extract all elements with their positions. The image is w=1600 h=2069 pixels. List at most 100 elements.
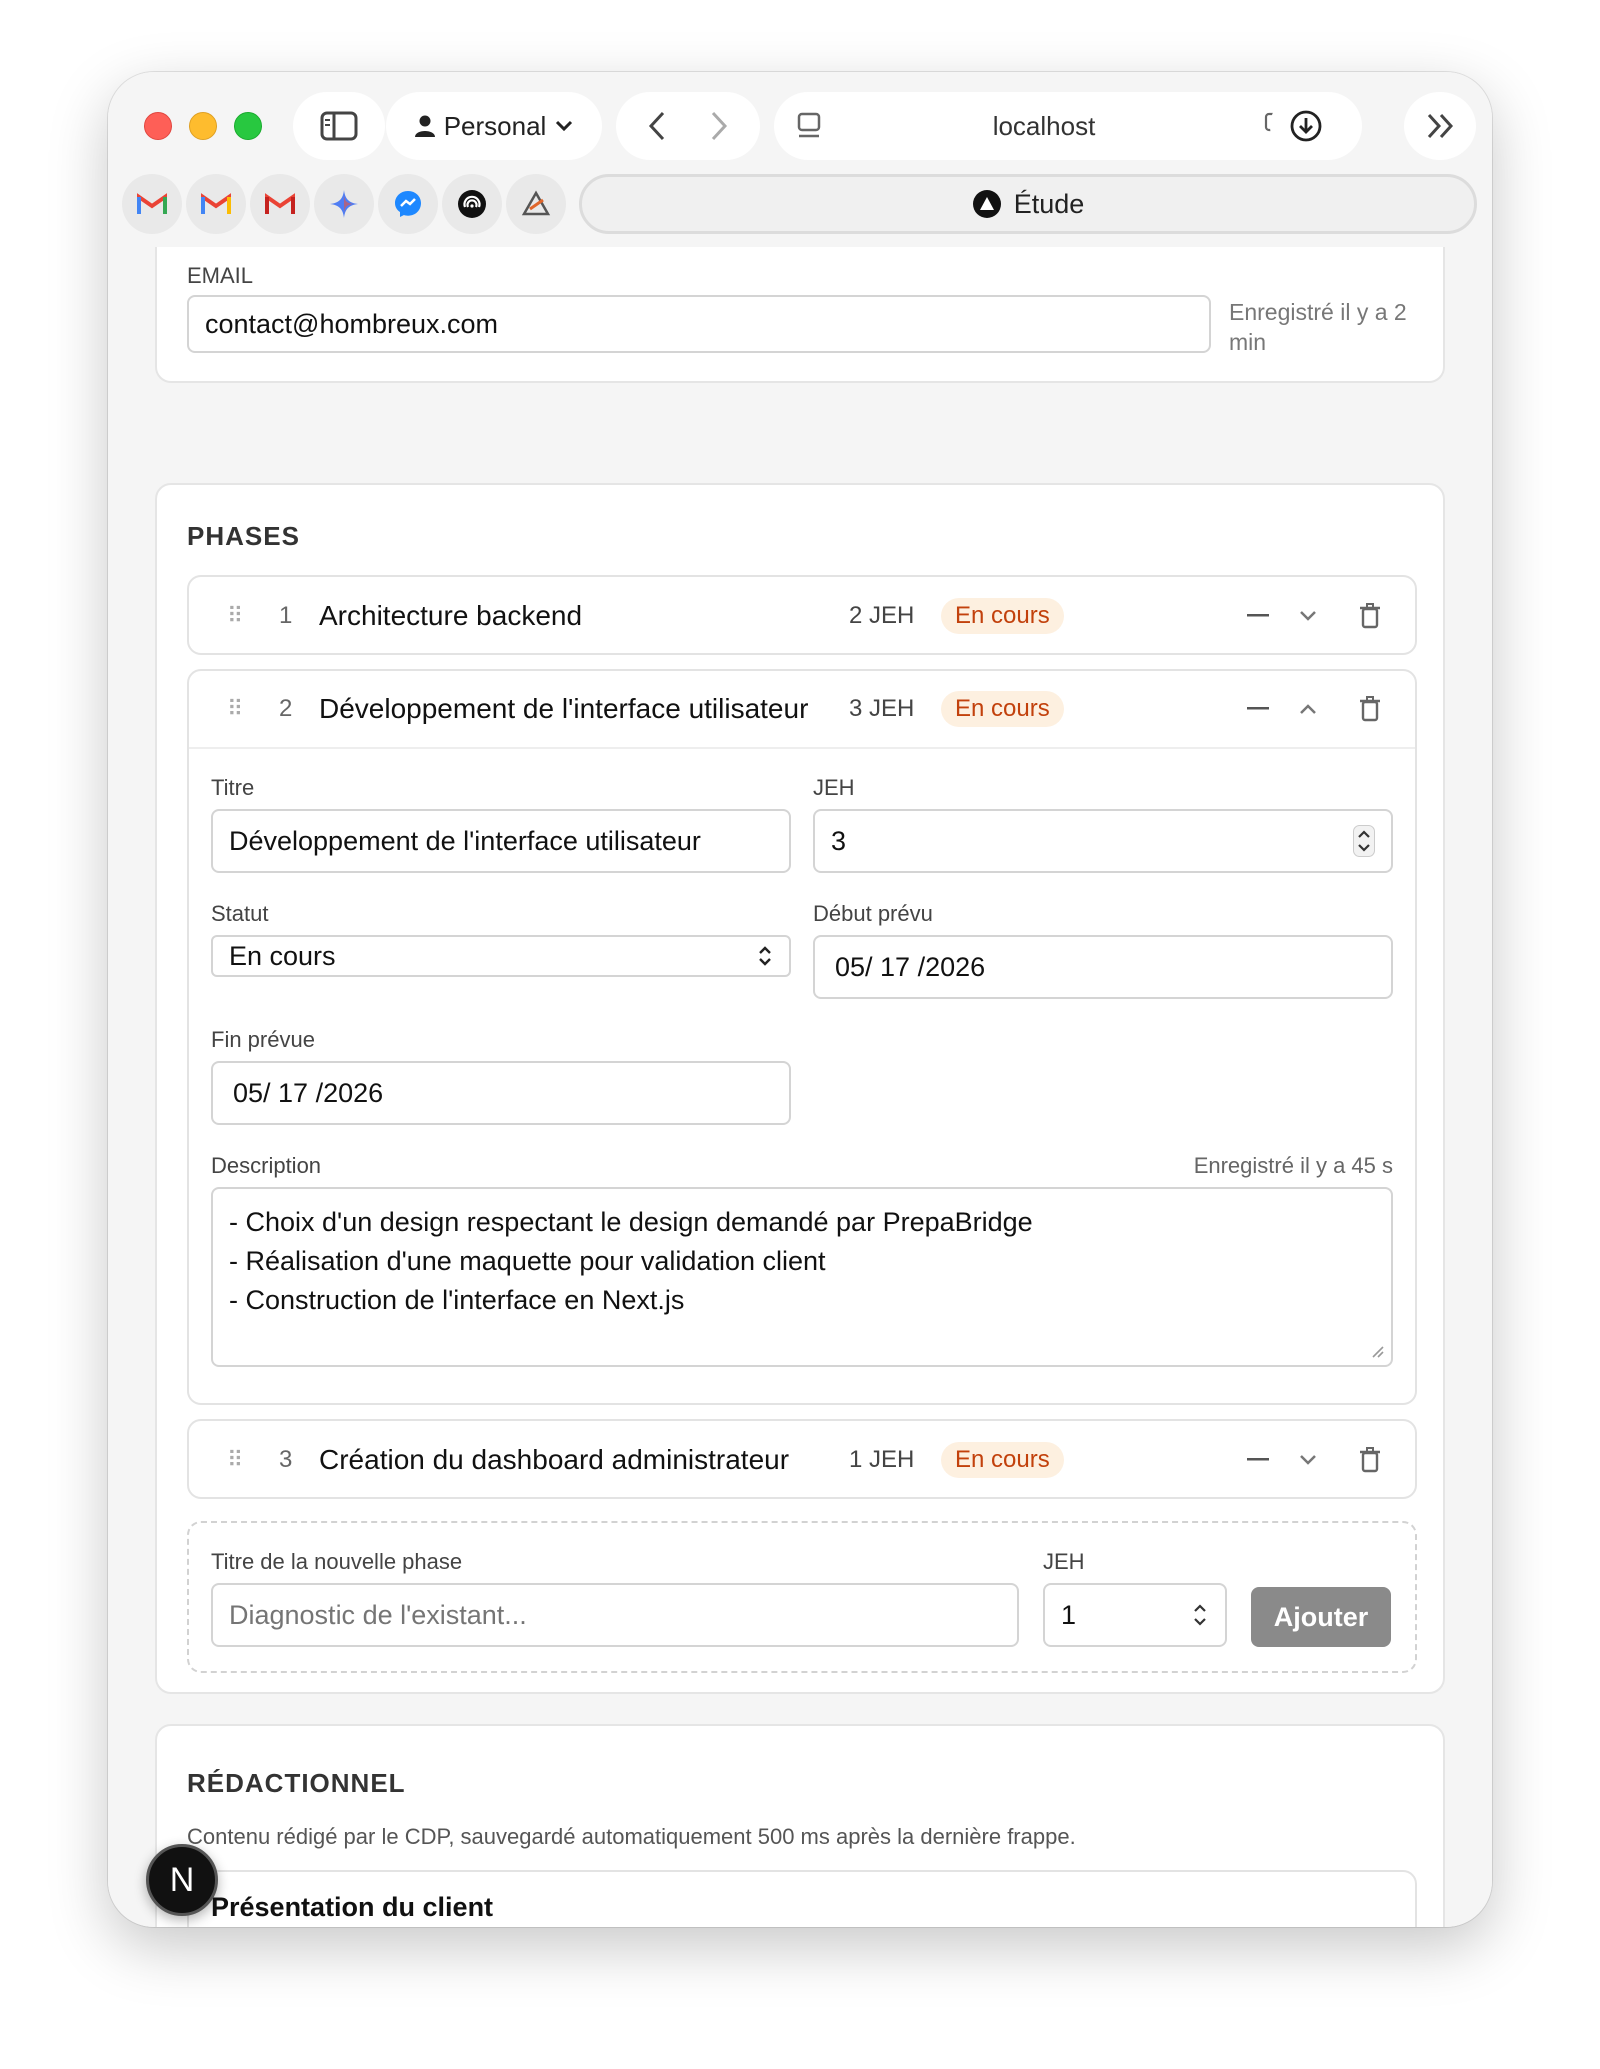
phase-header[interactable]: ⠿ 2 Développement de l'interface utilisa… — [189, 671, 1415, 749]
close-window-button[interactable] — [144, 112, 172, 140]
description-textarea[interactable]: - Choix d'un design respectant le design… — [211, 1187, 1393, 1367]
chevron-down-icon — [1300, 1455, 1316, 1465]
email-saved-status: Enregistré il y a 2 min — [1229, 299, 1407, 355]
triangle-logo-icon — [521, 190, 551, 216]
minus-icon — [1247, 1458, 1269, 1461]
profile-button[interactable]: Personal — [386, 92, 602, 160]
status-label: Statut — [211, 901, 269, 926]
collapse-button[interactable] — [1240, 598, 1276, 634]
active-tab[interactable]: Étude — [579, 174, 1477, 234]
email-label: EMAIL — [187, 263, 254, 288]
delete-phase-button[interactable] — [1352, 1442, 1388, 1478]
email-value: contact@hombreux.com — [205, 308, 499, 339]
gmail-favorite[interactable] — [122, 174, 182, 234]
gemini-favorite[interactable] — [314, 174, 374, 234]
start-date-input[interactable]: 05/ 17 /2026 — [813, 935, 1393, 999]
downloads-button[interactable] — [1270, 92, 1342, 160]
status-badge: En cours — [941, 1442, 1064, 1478]
jeh-value: 3 — [831, 825, 847, 856]
messenger-icon — [395, 191, 421, 217]
status-select[interactable]: En cours — [211, 935, 791, 977]
phases-title: PHASES — [187, 521, 300, 551]
phase-jeh: 3 JEH — [849, 695, 915, 722]
tab-favicon-icon — [972, 190, 1001, 218]
chevron-down-icon — [556, 120, 573, 132]
phase-title-input[interactable]: Développement de l'interface utilisateur — [211, 809, 791, 873]
stepper-icon[interactable] — [1353, 825, 1375, 857]
delete-phase-button[interactable] — [1352, 691, 1388, 727]
title-label: Titre — [211, 775, 255, 800]
trash-icon — [1360, 696, 1380, 722]
nextjs-dev-badge[interactable]: N — [146, 1844, 218, 1916]
drag-handle-icon[interactable]: ⠿ — [227, 603, 243, 629]
minus-icon — [1247, 707, 1269, 710]
drag-handle-icon[interactable]: ⠿ — [227, 696, 243, 722]
contact-card: EMAIL contact@hombreux.com Enregistré il… — [155, 247, 1445, 383]
description-line: - Construction de l'interface en Next.js — [229, 1285, 685, 1315]
download-icon — [1290, 110, 1322, 142]
end-date-label: Fin prévue — [211, 1027, 315, 1052]
signal-icon — [458, 190, 486, 218]
start-date-value: 05/ 17 /2026 — [835, 951, 986, 982]
end-date-input[interactable]: 05/ 17 /2026 — [211, 1061, 791, 1125]
description-line: - Réalisation d'une maquette pour valida… — [229, 1246, 826, 1276]
zoom-window-button[interactable] — [234, 112, 262, 140]
redactionnel-title: RÉDACTIONNEL — [187, 1768, 406, 1798]
status-value: En cours — [229, 940, 336, 971]
double-chevron-right-icon — [1427, 113, 1454, 139]
resize-handle-icon[interactable] — [1369, 1343, 1385, 1359]
app-favorite[interactable] — [506, 174, 566, 234]
sidebar-icon — [320, 111, 358, 141]
add-phase-button[interactable]: Ajouter — [1251, 1587, 1391, 1647]
phase-title: Création du dashboard administrateur — [319, 1444, 790, 1475]
page-icon — [797, 112, 821, 138]
trash-icon — [1360, 603, 1380, 629]
profile-label: Personal — [443, 110, 547, 141]
collapse-phase-button[interactable] — [1290, 691, 1326, 727]
drag-handle-icon[interactable]: ⠿ — [227, 1447, 243, 1473]
new-phase-jeh-value: 1 — [1061, 1599, 1077, 1630]
collapse-button[interactable] — [1240, 1442, 1276, 1478]
new-phase-title-input[interactable] — [211, 1583, 1019, 1647]
new-phase-form: Titre de la nouvelle phase JEH 1 Ajouter — [187, 1521, 1417, 1673]
gmail-favorite[interactable] — [186, 174, 246, 234]
minimize-window-button[interactable] — [189, 112, 217, 140]
jeh-label: JEH — [813, 775, 855, 800]
phase-item-expanded: ⠿ 2 Développement de l'interface utilisa… — [187, 669, 1417, 1405]
phases-card: PHASES ⠿ 1 Architecture backend 2 JEH En… — [155, 483, 1445, 1694]
messenger-favorite[interactable] — [378, 174, 438, 234]
gmail-icon — [201, 193, 231, 214]
forward-arrow-icon[interactable] — [707, 109, 731, 143]
phase-number: 2 — [279, 695, 293, 722]
expand-button[interactable] — [1290, 1442, 1326, 1478]
phase-header[interactable]: ⠿ 3 Création du dashboard administrateur… — [189, 1421, 1415, 1499]
delete-phase-button[interactable] — [1352, 598, 1388, 634]
phase-header[interactable]: ⠿ 1 Architecture backend 2 JEH En cours — [189, 577, 1415, 655]
more-tabs-button[interactable] — [1404, 92, 1476, 160]
phase-number: 1 — [279, 602, 293, 629]
new-phase-jeh-label: JEH — [1043, 1549, 1085, 1574]
phase-number: 3 — [279, 1446, 293, 1473]
phase-jeh: 1 JEH — [849, 1446, 915, 1473]
page-viewport: EMAIL contact@hombreux.com Enregistré il… — [108, 247, 1492, 1927]
browser-window: Personal localhost A文 — [108, 72, 1492, 1927]
redactionnel-card: RÉDACTIONNEL Contenu rédigé par le CDP, … — [155, 1724, 1445, 1927]
gmail-icon — [265, 193, 295, 214]
gmail-favorite[interactable] — [250, 174, 310, 234]
select-arrows-icon — [759, 946, 771, 966]
description-line: - Choix d'un design respectant le design… — [229, 1207, 1033, 1237]
email-input[interactable]: contact@hombreux.com — [187, 295, 1211, 353]
jeh-number-input[interactable]: 3 — [813, 809, 1393, 873]
phase-title: Développement de l'interface utilisateur — [319, 693, 809, 724]
podcast-favorite[interactable] — [442, 174, 502, 234]
new-phase-jeh-input[interactable]: 1 — [1043, 1583, 1227, 1647]
phase-item: ⠿ 3 Création du dashboard administrateur… — [187, 1419, 1417, 1499]
block-title: Présentation du client — [211, 1892, 494, 1922]
expand-button[interactable] — [1290, 598, 1326, 634]
collapse-button[interactable] — [1240, 691, 1276, 727]
end-date-value: 05/ 17 /2026 — [233, 1077, 384, 1108]
chevron-up-icon — [1300, 704, 1316, 714]
back-arrow-icon[interactable] — [645, 109, 669, 143]
sidebar-toggle-button[interactable] — [293, 92, 385, 160]
stepper-icon[interactable] — [1191, 1600, 1209, 1630]
